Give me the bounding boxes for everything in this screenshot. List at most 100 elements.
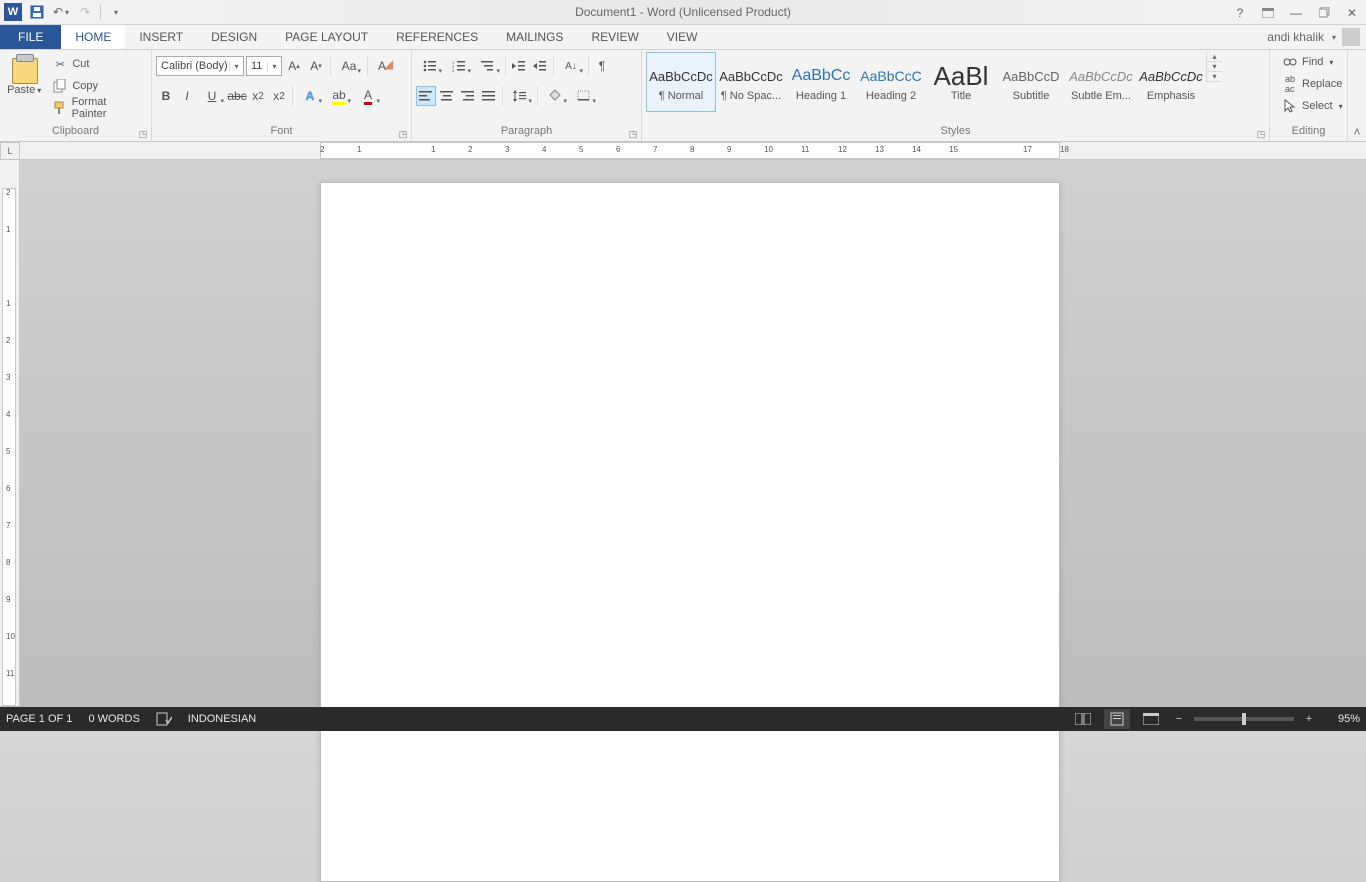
- line-spacing-button[interactable]: [506, 86, 534, 106]
- italic-button[interactable]: I: [177, 86, 197, 106]
- font-color-button[interactable]: A: [354, 86, 382, 106]
- styles-launcher[interactable]: ◳: [1255, 128, 1267, 140]
- underline-button[interactable]: U: [198, 86, 226, 106]
- tab-file[interactable]: FILE: [0, 25, 61, 49]
- paragraph-launcher[interactable]: ◳: [627, 128, 639, 140]
- subscript-button[interactable]: x2: [248, 86, 268, 106]
- status-bar: PAGE 1 OF 1 0 WORDS INDONESIAN − + 95%: [0, 707, 1366, 731]
- justify-button[interactable]: [479, 86, 499, 106]
- help-button[interactable]: ?: [1226, 0, 1254, 25]
- grow-font-button[interactable]: A▴: [284, 56, 304, 76]
- tab-view[interactable]: VIEW: [653, 25, 712, 49]
- scissors-icon: ✂: [52, 56, 68, 72]
- user-avatar-icon: [1342, 28, 1360, 46]
- tab-mailings[interactable]: MAILINGS: [492, 25, 577, 49]
- shrink-font-button[interactable]: A▾: [306, 56, 326, 76]
- select-button[interactable]: Select▾: [1278, 96, 1347, 116]
- bullets-button[interactable]: [416, 56, 444, 76]
- align-right-button[interactable]: [458, 86, 478, 106]
- word-count[interactable]: 0 WORDS: [88, 713, 139, 725]
- shading-button[interactable]: [541, 86, 569, 106]
- style--normal[interactable]: AaBbCcDc¶ Normal: [646, 52, 716, 112]
- group-clipboard: Paste▾ ✂Cut Copy Format Painter Clipboar…: [0, 50, 152, 141]
- spellcheck-icon[interactable]: [156, 712, 172, 726]
- vertical-ruler[interactable]: 211234567891011: [0, 160, 20, 706]
- page-indicator[interactable]: PAGE 1 OF 1: [6, 713, 72, 725]
- superscript-button[interactable]: x2: [269, 86, 289, 106]
- text-effects-button[interactable]: A: [296, 86, 324, 106]
- read-mode-button[interactable]: [1070, 709, 1096, 729]
- editing-group-label: Editing: [1274, 125, 1343, 141]
- sort-button[interactable]: A↓: [557, 56, 585, 76]
- strikethrough-button[interactable]: abc: [227, 86, 247, 106]
- style--no-spac-[interactable]: AaBbCcDc¶ No Spac...: [716, 52, 786, 112]
- print-layout-button[interactable]: [1104, 709, 1130, 729]
- zoom-slider[interactable]: [1194, 717, 1294, 721]
- group-font: Calibri (Body)▾ 11▾ A▴ A▾ Aa A◢ B I U ab…: [152, 50, 412, 141]
- document-area: L 211234567891011121314151718 2112345678…: [0, 142, 1366, 706]
- font-size-combo[interactable]: 11▾: [246, 56, 282, 76]
- clear-formatting-button[interactable]: A◢: [372, 56, 392, 76]
- copy-button[interactable]: Copy: [48, 76, 145, 96]
- copy-icon: [52, 78, 68, 94]
- zoom-level[interactable]: 95%: [1324, 713, 1360, 725]
- styles-scroll-up[interactable]: ▴: [1207, 52, 1222, 62]
- increase-indent-button[interactable]: [530, 56, 550, 76]
- paste-button[interactable]: Paste▾: [4, 52, 44, 96]
- tab-page-layout[interactable]: PAGE LAYOUT: [271, 25, 382, 49]
- align-left-button[interactable]: [416, 86, 436, 106]
- language-indicator[interactable]: INDONESIAN: [188, 713, 256, 725]
- tab-insert[interactable]: INSERT: [125, 25, 197, 49]
- zoom-out-button[interactable]: −: [1172, 713, 1186, 725]
- collapse-ribbon-button[interactable]: ˄: [1348, 50, 1366, 141]
- group-paragraph: 123 A↓ ¶ Paragraph: [412, 50, 642, 141]
- style-subtle-em-[interactable]: AaBbCcDcSubtle Em...: [1066, 52, 1136, 112]
- font-launcher[interactable]: ◳: [397, 128, 409, 140]
- replace-button[interactable]: abacReplace: [1278, 74, 1347, 94]
- highlight-button[interactable]: ab: [325, 86, 353, 106]
- paste-icon: [10, 54, 38, 82]
- binoculars-icon: [1282, 54, 1298, 70]
- user-account[interactable]: andi khalik ▾: [1267, 25, 1360, 49]
- change-case-button[interactable]: Aa: [335, 56, 363, 76]
- style-title[interactable]: AaBlTitle: [926, 52, 996, 112]
- zoom-in-button[interactable]: +: [1302, 713, 1316, 725]
- multilevel-list-button[interactable]: [474, 56, 502, 76]
- decrease-indent-button[interactable]: [509, 56, 529, 76]
- numbering-button[interactable]: 123: [445, 56, 473, 76]
- bold-button[interactable]: B: [156, 86, 176, 106]
- style-heading-1[interactable]: AaBbCcHeading 1: [786, 52, 856, 112]
- style-emphasis[interactable]: AaBbCcDcEmphasis: [1136, 52, 1206, 112]
- customize-qat-button[interactable]: ▾: [107, 3, 125, 21]
- save-button[interactable]: [28, 3, 46, 21]
- styles-more-button[interactable]: ▾: [1207, 72, 1222, 82]
- web-layout-button[interactable]: [1138, 709, 1164, 729]
- style-heading-2[interactable]: AaBbCcCHeading 2: [856, 52, 926, 112]
- redo-button[interactable]: ↷: [76, 3, 94, 21]
- format-painter-button[interactable]: Format Painter: [48, 98, 145, 118]
- undo-button[interactable]: ↶▾: [52, 3, 70, 21]
- find-button[interactable]: Find▾: [1278, 52, 1347, 72]
- tab-review[interactable]: REVIEW: [577, 25, 652, 49]
- close-button[interactable]: ✕: [1338, 0, 1366, 25]
- align-center-button[interactable]: [437, 86, 457, 106]
- tab-selector[interactable]: L: [0, 142, 20, 160]
- minimize-button[interactable]: —: [1282, 0, 1310, 25]
- window-controls: ? — ✕: [1226, 0, 1366, 25]
- ribbon-display-options-button[interactable]: [1254, 0, 1282, 25]
- borders-button[interactable]: [570, 86, 598, 106]
- tab-references[interactable]: REFERENCES: [382, 25, 492, 49]
- style-subtitle[interactable]: AaBbCcDSubtitle: [996, 52, 1066, 112]
- quick-access-toolbar: W ↶▾ ↷ ▾: [0, 3, 125, 21]
- styles-scroll-down[interactable]: ▾: [1207, 62, 1222, 72]
- cut-button[interactable]: ✂Cut: [48, 54, 145, 74]
- tab-home[interactable]: HOME: [61, 25, 125, 49]
- tab-design[interactable]: DESIGN: [197, 25, 271, 49]
- font-name-combo[interactable]: Calibri (Body)▾: [156, 56, 244, 76]
- clipboard-launcher[interactable]: ◳: [137, 128, 149, 140]
- chevron-down-icon: ▾: [1332, 33, 1336, 42]
- document-page[interactable]: [320, 182, 1060, 882]
- restore-button[interactable]: [1310, 0, 1338, 25]
- show-marks-button[interactable]: ¶: [592, 56, 612, 76]
- horizontal-ruler[interactable]: 211234567891011121314151718: [20, 142, 1366, 160]
